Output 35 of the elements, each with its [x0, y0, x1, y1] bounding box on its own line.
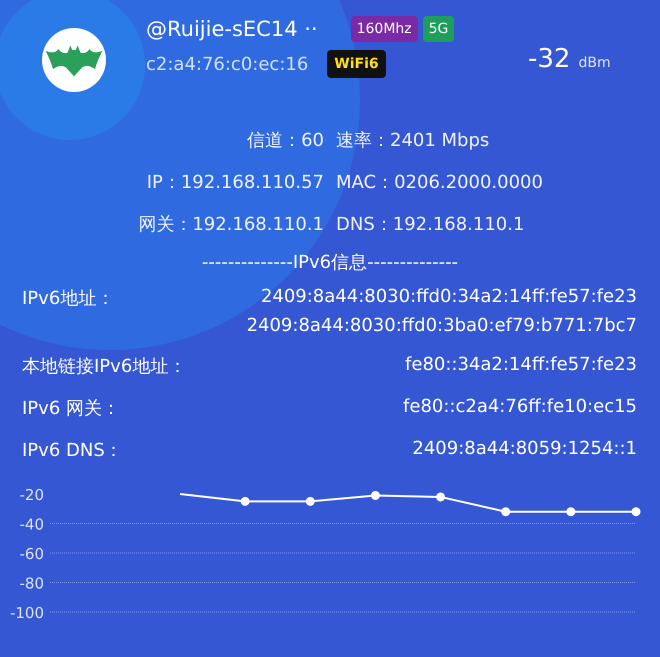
point: [370, 490, 380, 500]
field-label: IPv6 网关：: [22, 397, 120, 420]
tag: 5G: [422, 16, 454, 42]
axis-label: -100: [10, 604, 44, 622]
signal-value: -32: [528, 44, 570, 74]
field-label: 本地链接IPv6地址：: [22, 355, 186, 378]
signal-unit: dBm: [578, 55, 611, 71]
info-text: DNS：192.168.110.1: [336, 213, 526, 236]
field-value: 2409:8a44:8059:1254::1: [412, 438, 637, 459]
info-text: IP：192.168.110.57: [146, 171, 324, 194]
point: [240, 496, 250, 506]
info-text: MAC：0206.2000.0000: [336, 171, 544, 194]
field-value: 2409:8a44:8030:ffd0:34a2:14ff:fe57:fe23: [260, 286, 637, 307]
network-name: @Ruijie-sEC14 ··: [146, 17, 318, 41]
field-value: 2409:8a44:8030:ffd0:3ba0:ef79:b771:7bc7: [246, 315, 637, 336]
axis-label: -20: [20, 486, 44, 504]
point: [436, 492, 446, 502]
axis-label: -60: [20, 545, 44, 563]
point: [632, 507, 640, 516]
field-value: fe80::c2a4:76ff:fe10:ec15: [403, 396, 637, 417]
tag: WiFi6: [327, 50, 386, 78]
point: [566, 507, 576, 516]
info-text: 信道：60: [246, 129, 324, 152]
axis-label: -40: [20, 516, 44, 534]
info-text: 网关：192.168.110.1: [137, 213, 324, 236]
field-label: IPv6地址：: [22, 287, 114, 311]
info-text: 速率：2401 Mbps: [336, 129, 490, 152]
field-label: IPv6 DNS：: [22, 439, 123, 462]
section-heading: --------------IPv6信息--------------: [202, 252, 458, 273]
mac-address: c2:a4:76:c0:ec:16: [146, 54, 308, 74]
field-value: fe80::34a2:14ff:fe57:fe23: [405, 354, 637, 375]
tag: 160Mhz: [350, 16, 418, 42]
point: [306, 496, 315, 506]
point: [501, 507, 510, 516]
axis-label: -80: [20, 574, 44, 592]
